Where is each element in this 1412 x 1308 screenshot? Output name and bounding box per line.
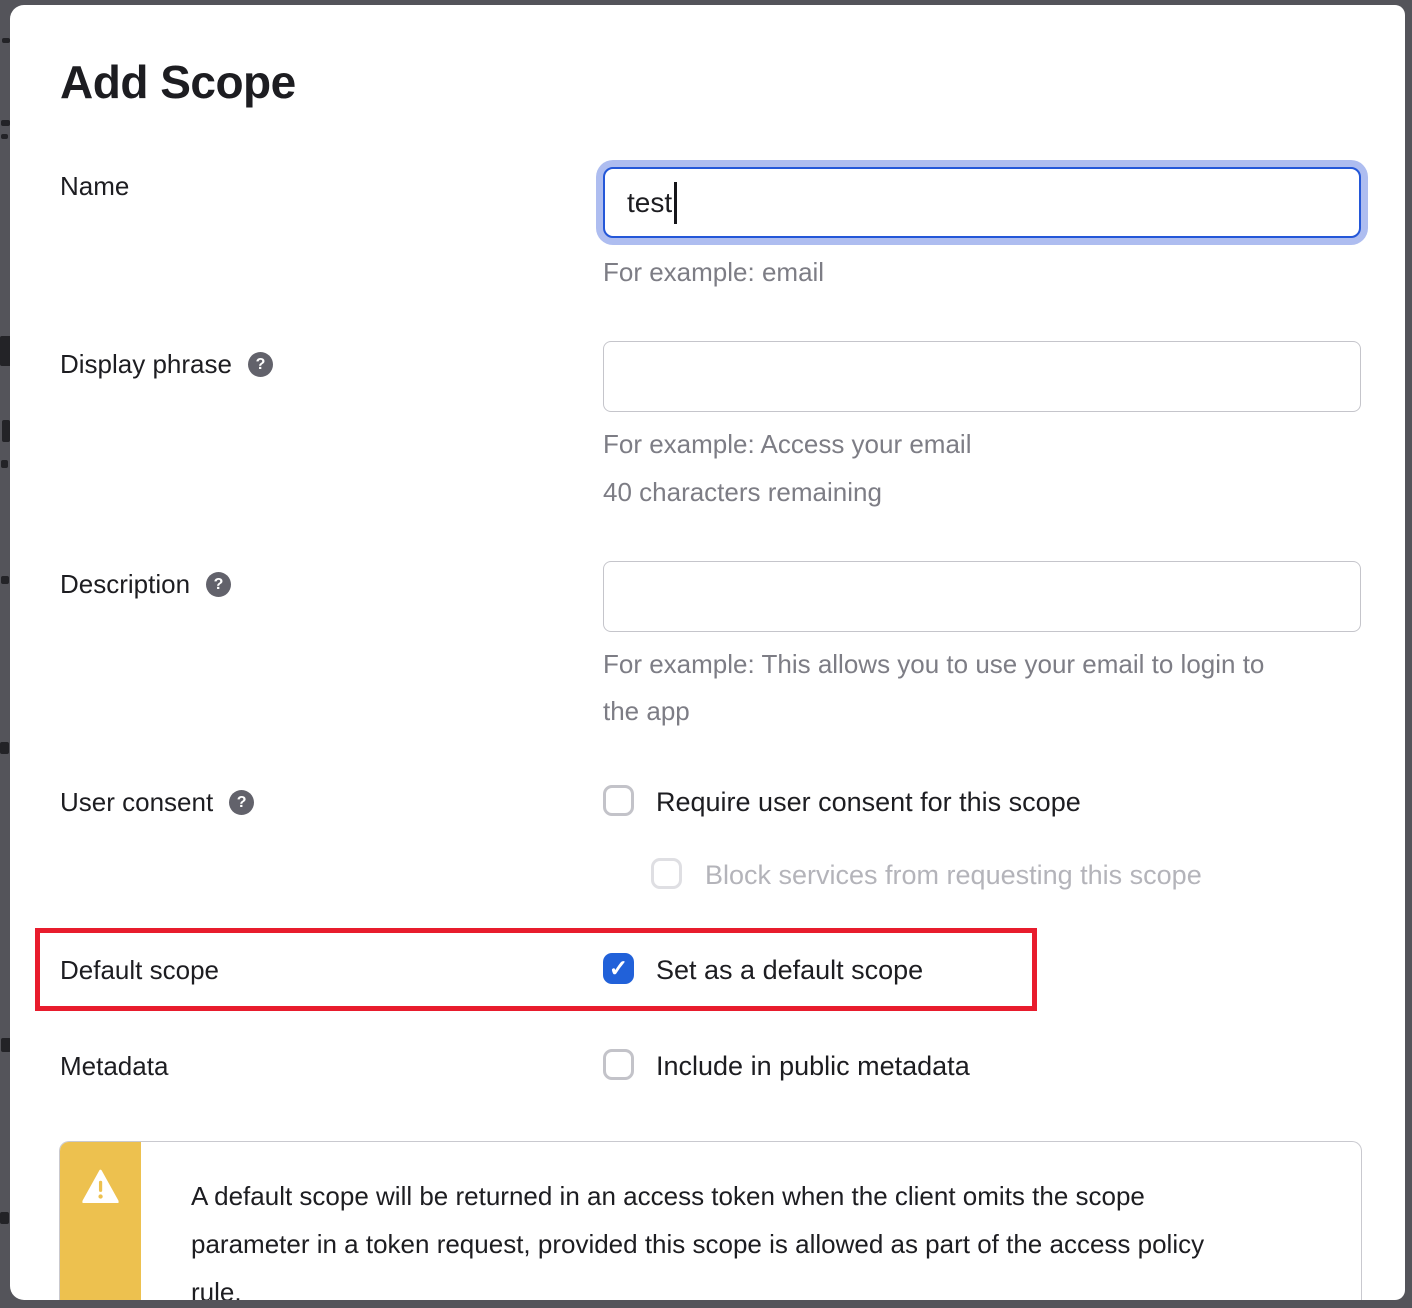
- metadata-checkbox-label: Include in public metadata: [656, 1051, 970, 1082]
- default-scope-label-text: Default scope: [60, 955, 219, 986]
- user-consent-label-text: User consent: [60, 787, 213, 818]
- add-scope-dialog: Add Scope Name test For example: email D…: [10, 5, 1405, 1300]
- name-label: Name: [60, 171, 129, 202]
- require-consent-checkbox[interactable]: [603, 785, 634, 816]
- default-scope-label: Default scope: [60, 955, 219, 986]
- description-input[interactable]: [603, 561, 1361, 632]
- metadata-checkbox[interactable]: [603, 1049, 634, 1080]
- block-services-label: Block services from requesting this scop…: [705, 860, 1202, 891]
- require-consent-label: Require user consent for this scope: [656, 787, 1081, 818]
- display-phrase-helper: For example: Access your email: [603, 421, 971, 468]
- default-scope-warning-callout: A default scope will be returned in an a…: [59, 1141, 1362, 1300]
- characters-remaining: 40 characters remaining: [603, 469, 882, 516]
- metadata-label-text: Metadata: [60, 1051, 168, 1082]
- warning-icon: [82, 1169, 119, 1203]
- display-phrase-label: Display phrase ?: [60, 349, 273, 380]
- display-phrase-input[interactable]: [603, 341, 1361, 412]
- help-icon[interactable]: ?: [229, 790, 254, 815]
- warning-accent-bar: [60, 1142, 141, 1300]
- name-helper: For example: email: [603, 249, 824, 296]
- background-artifact: [1, 120, 10, 126]
- name-input-value: test: [627, 187, 672, 219]
- name-input[interactable]: test: [603, 167, 1361, 238]
- background-artifact: [2, 38, 10, 43]
- background-artifact: [2, 420, 10, 442]
- background-artifact: [1, 460, 8, 468]
- warning-text-line: A default scope will be returned in an a…: [191, 1172, 1341, 1220]
- help-icon[interactable]: ?: [248, 352, 273, 377]
- background-artifact: [1, 576, 9, 584]
- description-helper-line: the app: [603, 688, 1361, 735]
- help-icon[interactable]: ?: [206, 572, 231, 597]
- description-label: Description ?: [60, 569, 231, 600]
- description-label-text: Description: [60, 569, 190, 600]
- default-scope-checkbox[interactable]: ✓: [603, 953, 634, 984]
- default-scope-checkbox-label: Set as a default scope: [656, 955, 923, 986]
- name-label-text: Name: [60, 171, 129, 202]
- block-services-checkbox[interactable]: [651, 858, 682, 889]
- warning-text-line: parameter in a token request, provided t…: [191, 1220, 1341, 1268]
- background-artifact: [0, 742, 9, 754]
- text-caret: [674, 182, 677, 224]
- user-consent-label: User consent ?: [60, 787, 254, 818]
- warning-text-line: rule.: [191, 1268, 1341, 1300]
- check-icon: ✓: [609, 955, 628, 982]
- description-helper: For example: This allows you to use your…: [603, 641, 1361, 735]
- warning-text: A default scope will be returned in an a…: [191, 1172, 1341, 1300]
- display-phrase-label-text: Display phrase: [60, 349, 232, 380]
- background-artifact: [0, 1212, 9, 1224]
- metadata-label: Metadata: [60, 1051, 168, 1082]
- description-helper-line: For example: This allows you to use your…: [603, 641, 1361, 688]
- dialog-title: Add Scope: [60, 55, 296, 109]
- background-artifact: [1, 134, 8, 139]
